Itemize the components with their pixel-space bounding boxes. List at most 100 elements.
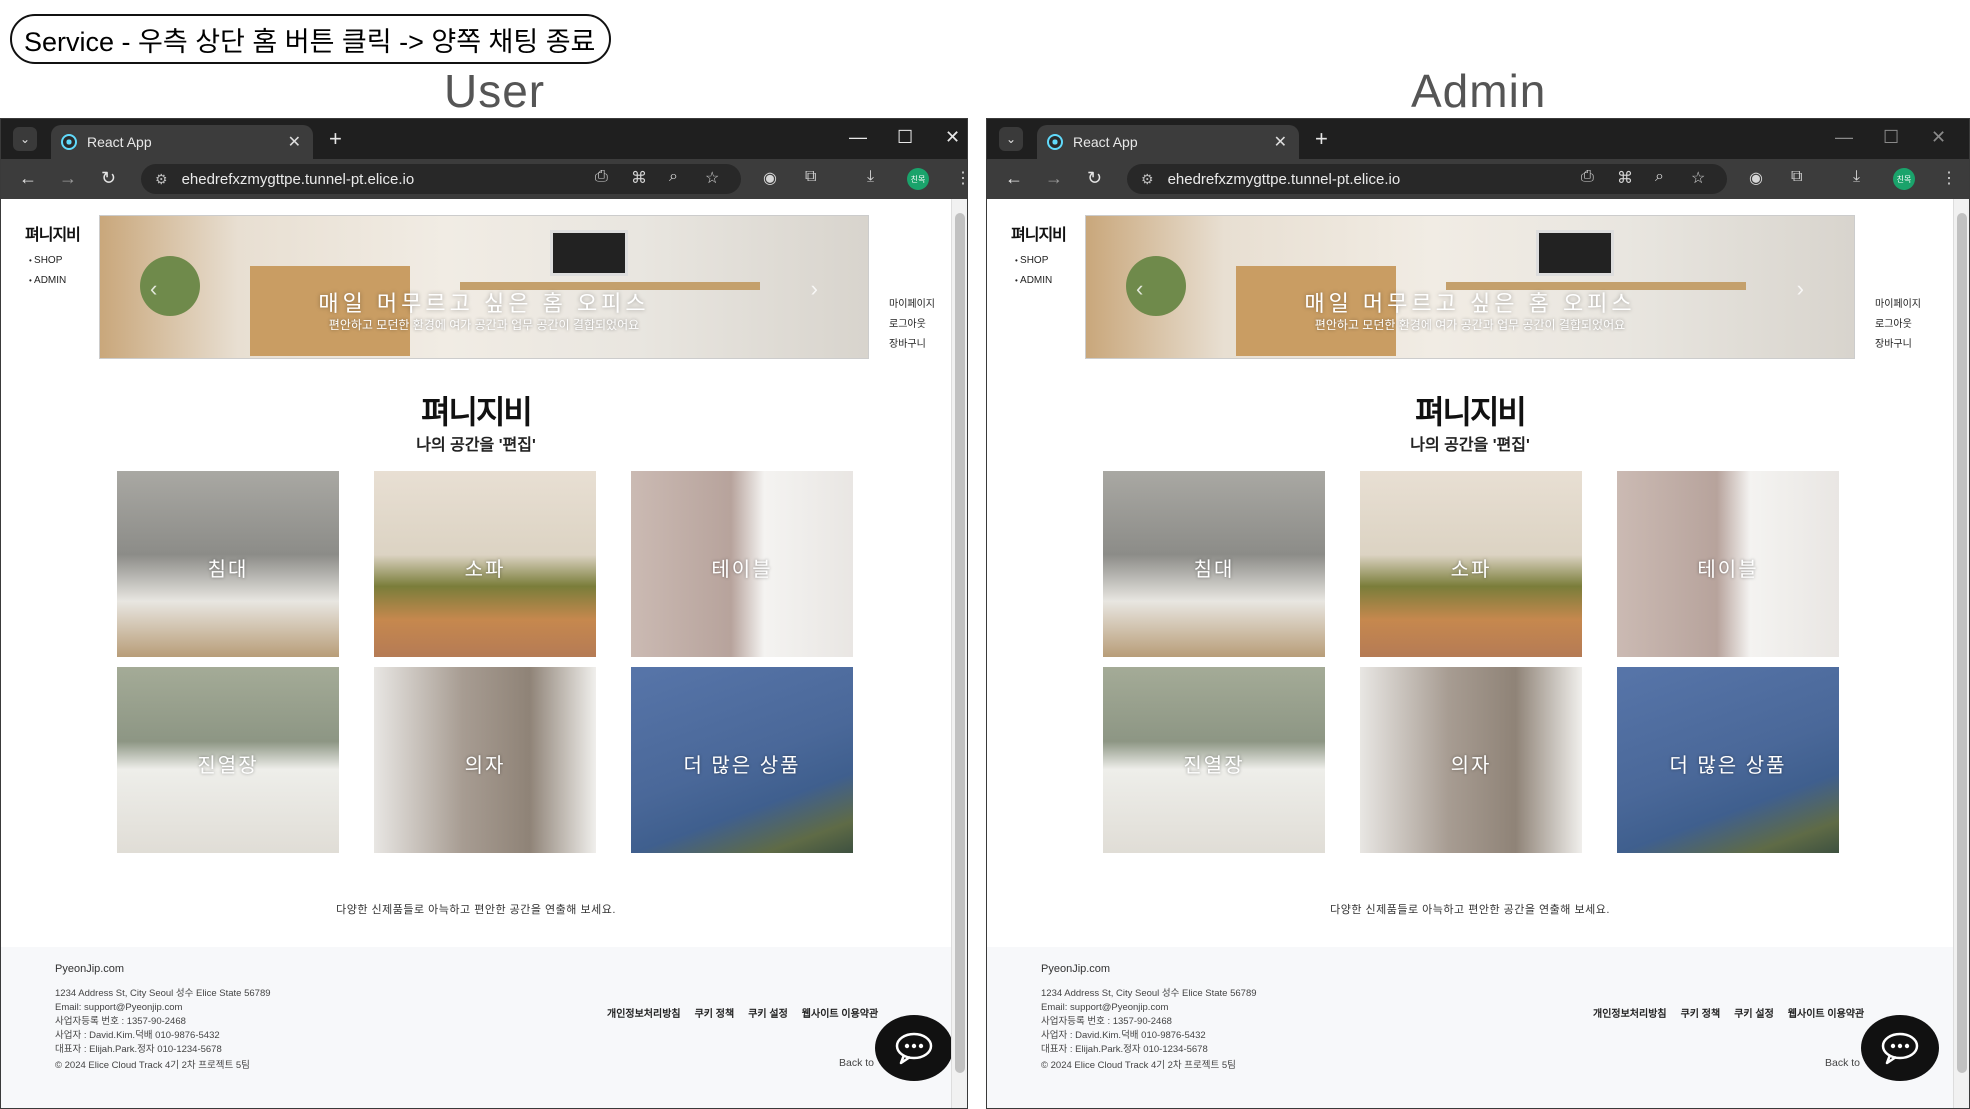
mypage-link[interactable]: 마이페이지: [889, 295, 935, 315]
nav-admin[interactable]: ADMIN: [29, 271, 66, 291]
minimize-icon[interactable]: —: [849, 127, 867, 148]
logout-link[interactable]: 로그아웃: [889, 315, 935, 335]
bookmark-star-icon[interactable]: ☆: [705, 168, 719, 188]
back-icon[interactable]: ←: [1005, 168, 1023, 189]
profile-avatar[interactable]: 친목: [1893, 168, 1915, 190]
bookmark-star-icon[interactable]: ☆: [1691, 168, 1705, 188]
menu-kebab-icon[interactable]: ⋮: [1941, 168, 1957, 188]
privacy-link[interactable]: 개인정보처리방침: [607, 1005, 681, 1020]
url-field[interactable]: ⚙ ehedrefxzmygttpe.tunnel-pt.elice.io: [141, 164, 741, 194]
nav-shop[interactable]: SHOP: [1015, 251, 1052, 271]
category-card-sofa[interactable]: 소파: [1360, 471, 1582, 657]
site-logo-large: 펴니지비: [421, 394, 533, 430]
maximize-icon[interactable]: ☐: [1883, 127, 1899, 148]
forward-icon[interactable]: →: [1045, 168, 1063, 189]
category-card-sofa[interactable]: 소파: [374, 471, 596, 657]
category-card-table[interactable]: 테이블: [1617, 471, 1839, 657]
category-grid: 침대 소파 테이블 진열장 의자 더 많은 상품: [1103, 471, 1839, 853]
browser-window-admin: ⌄ React App ✕ + — ☐ ✕ ← → ↻ ⚙ ehedrefxzm…: [986, 118, 1970, 1109]
tab-title: React App: [87, 134, 152, 150]
scrollbar-thumb[interactable]: [955, 213, 965, 1073]
close-tab-icon[interactable]: ✕: [288, 132, 301, 152]
cart-link[interactable]: 장바구니: [1875, 335, 1921, 355]
terms-link[interactable]: 웹사이트 이용약관: [802, 1005, 878, 1020]
category-card-cabinet[interactable]: 진열장: [1103, 667, 1325, 853]
maximize-icon[interactable]: ☐: [897, 127, 913, 148]
reload-icon[interactable]: ↻: [101, 168, 116, 189]
browser-tab[interactable]: React App ✕: [51, 125, 313, 159]
cookie-settings-link[interactable]: 쿠키 설정: [748, 1005, 788, 1020]
terms-link[interactable]: 웹사이트 이용약관: [1788, 1005, 1864, 1020]
category-card-bed[interactable]: 침대: [117, 471, 339, 657]
profile-avatar[interactable]: 친목: [907, 168, 929, 190]
extension-globe-icon[interactable]: ◉: [763, 168, 777, 188]
hero-subtitle: 편안하고 모던한 환경에 여가 공간과 업무 공간이 결합되었어요: [328, 318, 640, 332]
reload-icon[interactable]: ↻: [1087, 168, 1102, 189]
category-card-more[interactable]: 더 많은 상품: [631, 667, 853, 853]
minimize-icon[interactable]: —: [1835, 127, 1853, 148]
translate-icon[interactable]: ⌘: [631, 168, 647, 188]
category-card-more[interactable]: 더 많은 상품: [1617, 667, 1839, 853]
tab-bar: ⌄ React App ✕ + — ☐ ✕: [1, 119, 967, 159]
new-tab-icon[interactable]: +: [329, 126, 342, 152]
site-logo-small[interactable]: 펴니지비: [1011, 221, 1067, 245]
mypage-link[interactable]: 마이페이지: [1875, 295, 1921, 315]
category-label: 침대: [207, 559, 249, 581]
cookie-policy-link[interactable]: 쿠키 정책: [1681, 1005, 1721, 1020]
footer-info: 1234 Address St, City Seoul 성수 Elice Sta…: [55, 987, 271, 1057]
url-field[interactable]: ⚙ ehedrefxzmygttpe.tunnel-pt.elice.io: [1127, 164, 1727, 194]
extension-globe-icon[interactable]: ◉: [1749, 168, 1763, 188]
category-label: 의자: [464, 755, 506, 777]
new-tab-icon[interactable]: +: [1315, 126, 1328, 152]
nav-admin[interactable]: ADMIN: [1015, 271, 1052, 291]
forward-icon[interactable]: →: [59, 168, 77, 189]
close-tab-icon[interactable]: ✕: [1274, 132, 1287, 152]
site-info-icon[interactable]: ⚙: [155, 171, 168, 188]
browser-tab[interactable]: React App ✕: [1037, 125, 1299, 159]
hero-title: 매일 머무르고 싶은 홈 오피스: [1304, 291, 1636, 316]
category-card-chair[interactable]: 의자: [1360, 667, 1582, 853]
scrollbar[interactable]: [1953, 199, 1969, 1108]
close-window-icon[interactable]: ✕: [1931, 127, 1946, 148]
category-card-table[interactable]: 테이블: [631, 471, 853, 657]
hero-monitor: [1536, 230, 1614, 276]
zoom-icon[interactable]: ⌕: [1655, 168, 1664, 186]
category-card-bed[interactable]: 침대: [1103, 471, 1325, 657]
extensions-puzzle-icon[interactable]: ⧉: [1791, 168, 1802, 186]
site-info-icon[interactable]: ⚙: [1141, 171, 1154, 188]
tab-bar: ⌄ React App ✕ + — ☐ ✕: [987, 119, 1969, 159]
scrollbar[interactable]: [951, 199, 967, 1108]
back-icon[interactable]: ←: [19, 168, 37, 189]
scrollbar-thumb[interactable]: [1957, 213, 1967, 1073]
category-card-chair[interactable]: 의자: [374, 667, 596, 853]
category-card-cabinet[interactable]: 진열장: [117, 667, 339, 853]
site-logo-small[interactable]: 펴니지비: [25, 221, 81, 245]
install-app-icon[interactable]: ⎙: [595, 168, 608, 186]
tab-search-icon[interactable]: ⌄: [13, 127, 37, 151]
cart-link[interactable]: 장바구니: [889, 335, 935, 355]
back-to-top-link[interactable]: Back to: [839, 1057, 874, 1069]
close-window-icon[interactable]: ✕: [945, 127, 960, 148]
download-icon[interactable]: ⤓: [867, 168, 874, 186]
page-viewport: 펴니지비 SHOP ADMIN ‹ › 매일 머무르고 싶은 홈 오피스 편안하…: [987, 199, 1953, 1108]
category-label: 테이블: [711, 559, 773, 581]
zoom-icon[interactable]: ⌕: [669, 168, 678, 186]
nav-shop[interactable]: SHOP: [29, 251, 66, 271]
footer: PyeonJip.com 1234 Address St, City Seoul…: [1, 947, 951, 1108]
install-app-icon[interactable]: ⎙: [1581, 168, 1594, 186]
back-to-top-link[interactable]: Back to: [1825, 1057, 1860, 1069]
footer-copyright: © 2024 Elice Cloud Track 4기 2차 프로젝트 5팀: [1041, 1060, 1236, 1071]
tab-search-icon[interactable]: ⌄: [999, 127, 1023, 151]
footer-site: PyeonJip.com: [55, 963, 125, 975]
translate-icon[interactable]: ⌘: [1617, 168, 1633, 188]
cookie-settings-link[interactable]: 쿠키 설정: [1734, 1005, 1774, 1020]
download-icon[interactable]: ⤓: [1853, 168, 1860, 186]
chat-button[interactable]: [875, 1015, 951, 1081]
privacy-link[interactable]: 개인정보처리방침: [1593, 1005, 1667, 1020]
logout-link[interactable]: 로그아웃: [1875, 315, 1921, 335]
url-text: ehedrefxzmygttpe.tunnel-pt.elice.io: [1167, 170, 1401, 188]
cookie-policy-link[interactable]: 쿠키 정책: [695, 1005, 735, 1020]
chat-button[interactable]: [1861, 1015, 1939, 1081]
menu-kebab-icon[interactable]: ⋮: [955, 168, 967, 188]
extensions-puzzle-icon[interactable]: ⧉: [805, 168, 816, 186]
